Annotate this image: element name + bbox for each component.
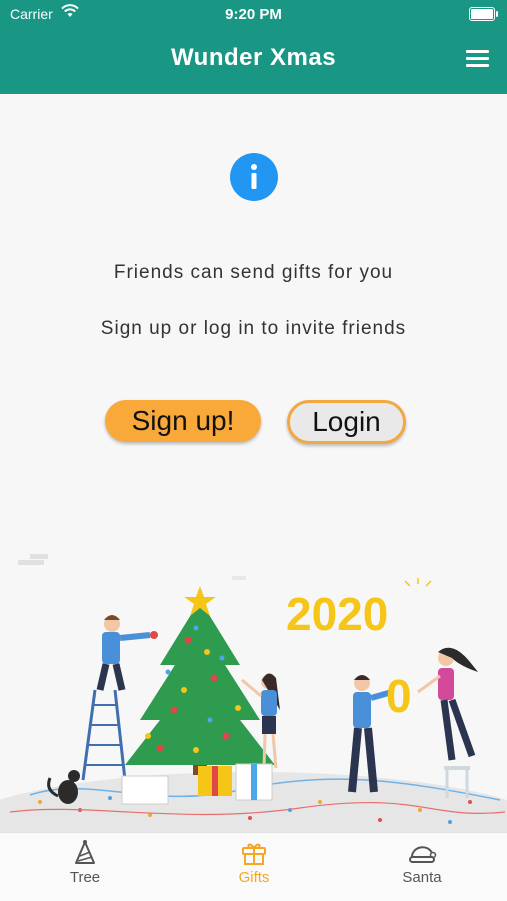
held-digit: 0: [386, 670, 412, 722]
status-time: 9:20 PM: [225, 6, 282, 23]
party-hat-icon: [75, 840, 95, 864]
page-title: Wunder Xmas: [170, 44, 337, 71]
info-icon: [230, 153, 278, 201]
battery-icon: [469, 7, 498, 21]
bottom-tab-bar: Tree Gifts Santa: [0, 832, 507, 901]
sign-up-button[interactable]: Sign up!: [105, 400, 261, 442]
hamburger-menu-icon[interactable]: [466, 50, 489, 68]
app-header: Carrier 9:20 PM Wunder Xmas: [0, 0, 507, 94]
tab-santa-label: Santa: [402, 869, 442, 886]
tab-tree[interactable]: Tree: [35, 839, 135, 886]
login-button[interactable]: Login: [287, 400, 406, 444]
christmas-illustration: 2020 0: [0, 554, 507, 832]
signup-hint-message: Sign up or log in to invite friends: [100, 318, 407, 339]
tab-gifts-label: Gifts: [238, 869, 270, 886]
tab-gifts[interactable]: Gifts: [204, 839, 304, 886]
year-label: 2020: [286, 588, 388, 640]
tab-santa[interactable]: Santa: [372, 839, 472, 886]
status-bar: Carrier 9:20 PM: [0, 0, 507, 30]
gift-icon: [242, 843, 266, 865]
santa-hat-icon: [409, 846, 437, 863]
tab-tree-label: Tree: [69, 869, 101, 886]
friends-message: Friends can send gifts for you: [113, 262, 394, 283]
